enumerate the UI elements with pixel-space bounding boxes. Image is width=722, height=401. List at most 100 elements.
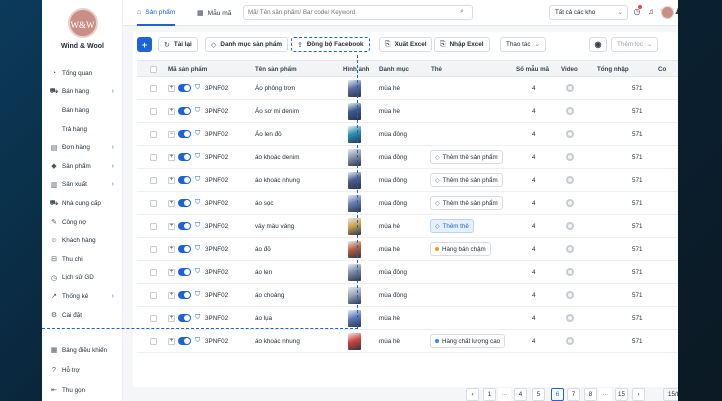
product-thumbnail[interactable] <box>348 264 361 281</box>
page-button[interactable]: 6 <box>551 388 564 401</box>
next-page-button[interactable]: › <box>632 388 645 401</box>
column-header[interactable]: Tên sản phẩm <box>255 66 297 73</box>
row-checkbox[interactable] <box>150 130 157 138</box>
filter-icon[interactable]: ⛉ <box>195 222 200 230</box>
filter-icon[interactable]: ⛉ <box>195 107 200 115</box>
active-toggle[interactable] <box>178 107 191 115</box>
reload-button[interactable]: ↻ Tải lại <box>158 37 198 52</box>
search-icon[interactable]: ⌕ <box>460 8 464 16</box>
filter-icon[interactable]: ⛉ <box>195 153 200 161</box>
add-product-button[interactable]: + <box>137 37 152 52</box>
sidebar-item[interactable]: ◔ Tổng quan <box>42 64 123 83</box>
filter-icon[interactable]: ⛉ <box>195 199 200 207</box>
video-icon[interactable] <box>566 337 574 345</box>
filter-icon[interactable]: ⛉ <box>195 268 200 276</box>
page-button[interactable]: 7 <box>567 388 580 401</box>
video-icon[interactable] <box>566 199 574 207</box>
sidebar-item[interactable]: ⛟ Bán hàng › <box>42 83 123 102</box>
filter-icon[interactable]: ⛉ <box>195 245 200 253</box>
product-tag[interactable]: ◇ Thêm thẻ sản phẩm <box>430 196 503 210</box>
expand-row-icon[interactable]: + <box>168 153 175 161</box>
product-thumbnail[interactable] <box>348 149 361 166</box>
expand-row-icon[interactable]: + <box>168 84 175 92</box>
product-thumbnail[interactable] <box>348 241 361 258</box>
product-thumbnail[interactable] <box>348 310 361 327</box>
page-button[interactable]: 5 <box>532 388 545 401</box>
column-header[interactable]: Số mẫu mã <box>516 66 549 73</box>
active-toggle[interactable] <box>178 84 191 92</box>
table-row[interactable]: + ⛉ 3PNF02 áo len mùa đông 4 571 <box>137 261 678 284</box>
product-tag[interactable]: ◇ Thêm thẻ sản phẩm <box>430 173 503 187</box>
collapse-row-icon[interactable]: − <box>168 130 175 138</box>
active-toggle[interactable] <box>178 245 191 253</box>
video-icon[interactable] <box>566 291 574 299</box>
add-filter-button[interactable]: Thêm lọc ⌄ <box>611 37 659 52</box>
column-header[interactable]: Thẻ <box>431 66 442 73</box>
table-row[interactable]: + ⛉ 3PNF02 áo sọc mùa đông ◇ Thêm thẻ sản phẩm… <box>137 192 678 215</box>
sidebar-item[interactable]: ⛟ Nhà cung cấp <box>42 194 123 213</box>
row-checkbox[interactable] <box>150 245 157 253</box>
sidebar-item[interactable]: ☺ Khách hàng <box>42 231 123 250</box>
visibility-toggle-button[interactable]: ◉ <box>589 37 607 52</box>
expand-row-icon[interactable]: + <box>168 222 175 230</box>
active-toggle[interactable] <box>178 153 191 161</box>
active-toggle[interactable] <box>178 268 191 276</box>
table-row[interactable]: + ⛉ 3PNF02 áo lụa mùa hè 4 571 <box>137 307 678 330</box>
product-thumbnail[interactable] <box>348 172 361 189</box>
table-row[interactable]: + ⛉ 3PNF02 áo choàng mùa đông 4 571 <box>137 284 678 307</box>
filter-icon[interactable]: ⛉ <box>195 337 200 345</box>
expand-row-icon[interactable]: + <box>168 176 175 184</box>
row-checkbox[interactable] <box>150 199 157 207</box>
product-tag[interactable]: ◇ Thêm thẻ <box>430 219 474 233</box>
product-thumbnail[interactable] <box>348 103 361 120</box>
row-checkbox[interactable] <box>150 222 157 230</box>
expand-row-icon[interactable]: + <box>168 107 175 115</box>
product-tag[interactable]: Hàng bán chậm <box>430 242 491 256</box>
sidebar-item[interactable]: ↗ Thống kê › <box>42 287 123 306</box>
expand-row-icon[interactable]: + <box>168 291 175 299</box>
page-button[interactable]: 1 <box>483 388 496 401</box>
column-header[interactable]: Danh mục <box>379 66 409 73</box>
active-toggle[interactable] <box>178 222 191 230</box>
export-excel-button[interactable]: ⎘ Xuất Excel <box>379 37 433 52</box>
page-button[interactable]: 8 <box>584 388 597 401</box>
sidebar-item[interactable]: ▦ Bảng điều khiển <box>42 340 123 360</box>
video-icon[interactable] <box>566 153 574 161</box>
expand-row-icon[interactable]: + <box>168 314 175 322</box>
column-header[interactable]: Co <box>658 66 666 73</box>
row-checkbox[interactable] <box>150 291 157 299</box>
sidebar-item[interactable]: ⊟ Thu chi <box>42 250 123 269</box>
filter-icon[interactable]: ⛉ <box>195 176 200 184</box>
expand-row-icon[interactable]: + <box>168 199 175 207</box>
prev-page-button[interactable]: ‹ <box>466 388 479 401</box>
active-toggle[interactable] <box>178 130 191 138</box>
filter-icon[interactable]: ⛉ <box>195 291 200 299</box>
sidebar-item[interactable]: ⚙ Cài đặt <box>42 306 123 325</box>
row-checkbox[interactable] <box>150 268 157 276</box>
video-icon[interactable] <box>566 107 574 115</box>
table-row[interactable]: + ⛉ 3PNF02 Áo phông trơn mùa hè 4 571 <box>137 77 678 100</box>
sidebar-item[interactable]: ◷ Lịch sử GD <box>42 269 123 288</box>
actions-dropdown[interactable]: Thao tác ⌄ <box>500 37 546 52</box>
page-button[interactable]: 4 <box>514 388 527 401</box>
table-row[interactable]: + ⛉ 3PNF02 áo đỏ mùa hè Hàng bán chậm 4 571 <box>137 238 678 261</box>
import-excel-button[interactable]: ⎘ Nhập Excel <box>434 37 490 52</box>
table-row[interactable]: + ⛉ 3PNF02 áo khoác nhung mùa đông ◇ Thêm thẻ … <box>137 169 678 192</box>
sidebar-item[interactable]: ▥ Sản xuất › <box>42 176 123 195</box>
row-checkbox[interactable] <box>150 314 157 322</box>
row-checkbox[interactable] <box>150 107 157 115</box>
select-all-checkbox[interactable] <box>150 65 157 73</box>
table-row[interactable]: + ⛉ 3PNF02 áo khoác nhung mùa hè Hàng chất lư… <box>137 330 678 353</box>
sidebar-item[interactable]: ▤ Đơn hàng › <box>42 138 123 157</box>
avatar[interactable] <box>661 6 674 19</box>
facebook-sync-button[interactable]: ⇪ Đồng bộ Facebook <box>291 37 370 52</box>
tab-products[interactable]: ⌂ Sản phẩm <box>137 0 176 26</box>
filter-icon[interactable]: ⛉ <box>195 314 200 322</box>
video-icon[interactable] <box>566 222 574 230</box>
active-toggle[interactable] <box>178 314 191 322</box>
table-row[interactable]: + ⛉ 3PNF02 Áo sơ mi denim mùa hè 4 571 <box>137 100 678 123</box>
active-toggle[interactable] <box>178 176 191 184</box>
column-header[interactable]: Video <box>561 66 578 73</box>
active-toggle[interactable] <box>178 199 191 207</box>
bell-icon[interactable]: ♫ <box>646 7 656 16</box>
